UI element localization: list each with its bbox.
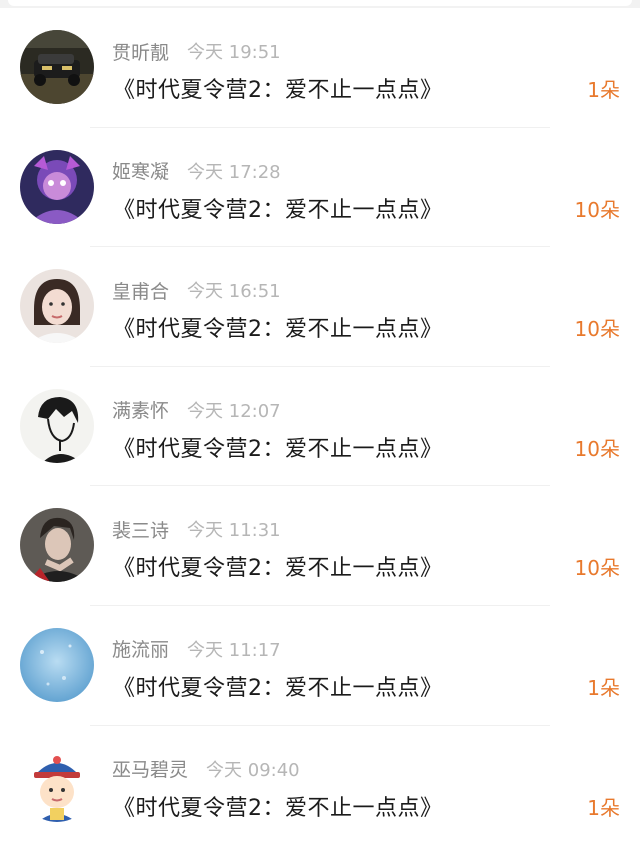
timestamp: 今天 12:07 [187,400,281,422]
list-item[interactable]: 施流丽 今天 11:17 《时代夏令营2：爱不止一点点》 1朵 [0,606,640,726]
book-title: 《时代夏令营2：爱不止一点点》 [113,317,443,343]
user-avatar[interactable] [20,388,94,463]
user-name: 巫马碧灵 [112,759,189,782]
user-avatar[interactable] [20,747,94,822]
timestamp: 今天 09:40 [206,759,300,781]
timestamp: 今天 16:51 [187,281,281,303]
user-name: 裴三诗 [112,519,170,542]
list-item[interactable]: 巫马碧灵 今天 09:40 《时代夏令营2：爱不止一点点》 1朵 [0,726,640,845]
book-title: 《时代夏令营2：爱不止一点点》 [113,675,443,701]
user-avatar[interactable] [20,508,94,583]
timestamp: 今天 19:51 [187,42,281,63]
user-avatar[interactable] [20,30,94,104]
timestamp: 今天 11:17 [187,639,281,661]
user-name: 皇甫合 [112,280,170,303]
gift-count: 10朵 [574,436,620,461]
list-item[interactable]: 皇甫合 今天 16:51 《时代夏令营2：爱不止一点点》 10朵 [0,247,640,367]
list-item[interactable]: 裴三诗 今天 11:31 《时代夏令营2：爱不止一点点》 10朵 [0,486,640,606]
book-title: 《时代夏令营2：爱不止一点点》 [113,795,443,821]
book-title: 《时代夏令营2：爱不止一点点》 [113,78,443,103]
user-name: 姬寒凝 [112,161,170,184]
gift-count: 1朵 [587,78,620,102]
user-avatar[interactable] [20,627,94,702]
user-avatar[interactable] [20,149,94,224]
gift-record-list: 贯昕靓 今天 19:51 《时代夏令营2：爱不止一点点》 1朵 姬寒凝 今天 1… [0,8,640,845]
list-item[interactable]: 满素怀 今天 12:07 《时代夏令营2：爱不止一点点》 10朵 [0,367,640,487]
gift-count: 10朵 [574,317,620,342]
timestamp: 今天 11:31 [187,520,281,542]
timestamp: 今天 17:28 [187,161,281,183]
book-title: 《时代夏令营2：爱不止一点点》 [113,556,443,582]
book-title: 《时代夏令营2：爱不止一点点》 [113,197,443,223]
gift-count: 1朵 [587,675,620,700]
book-title: 《时代夏令营2：爱不止一点点》 [113,436,443,462]
user-avatar[interactable] [20,269,94,344]
user-name: 满素怀 [112,400,170,423]
gift-count: 10朵 [574,197,620,222]
user-name: 贯昕靓 [112,41,170,64]
user-name: 施流丽 [112,639,170,662]
list-item[interactable]: 姬寒凝 今天 17:28 《时代夏令营2：爱不止一点点》 10朵 [0,128,640,248]
top-card-edge [0,0,640,8]
gift-count: 1朵 [587,795,620,820]
list-item[interactable]: 贯昕靓 今天 19:51 《时代夏令营2：爱不止一点点》 1朵 [0,8,640,128]
gift-count: 10朵 [574,556,620,581]
